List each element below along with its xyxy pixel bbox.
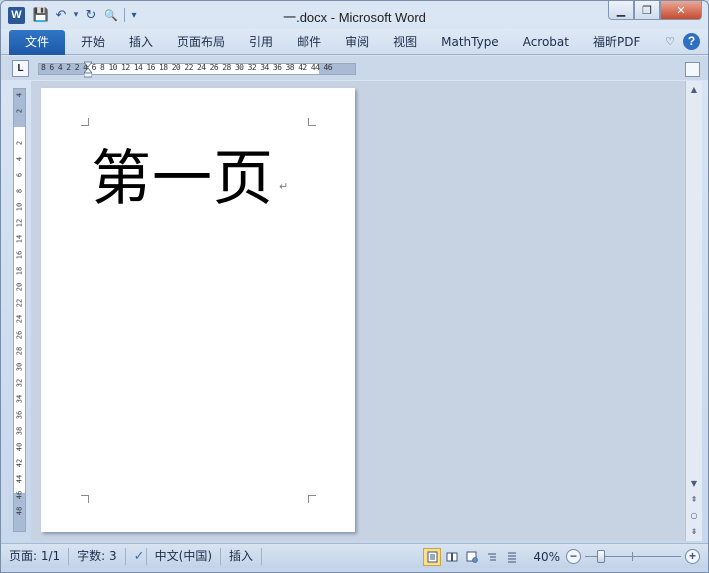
undo-dropdown-icon[interactable]: ▾ xyxy=(71,5,81,25)
vertical-ruler-tick-label: 6 xyxy=(15,172,24,178)
paragraph-mark-icon: ↵ xyxy=(279,180,289,193)
word-window: W 💾 ↶ ▾ ↻ 🔍 ▾ 一.docx - Microsoft Word ▁ … xyxy=(0,0,709,573)
view-ruler-icon[interactable] xyxy=(685,62,700,77)
tab-selector-button[interactable]: L xyxy=(12,60,29,77)
tab-foxit-pdf[interactable]: 福昕PDF xyxy=(581,29,652,55)
vertical-ruler-tick-label: 2 xyxy=(15,140,24,146)
vertical-ruler-tick-label: 30 xyxy=(15,362,24,372)
tab-view[interactable]: 视图 xyxy=(381,29,429,55)
title-bar: W 💾 ↶ ▾ ↻ 🔍 ▾ 一.docx - Microsoft Word ▁ … xyxy=(1,1,708,29)
customize-qat-icon[interactable]: ▾ xyxy=(128,5,140,25)
zoom-slider[interactable] xyxy=(585,549,681,564)
draft-view-icon[interactable] xyxy=(503,548,521,566)
indent-marker-icon[interactable] xyxy=(84,56,92,78)
tab-mathtype[interactable]: MathType xyxy=(429,29,511,55)
zoom-slider-thumb[interactable] xyxy=(596,550,605,563)
vertical-ruler-tick-label: 18 xyxy=(15,266,24,276)
crop-mark-bottom-left xyxy=(81,495,89,503)
help-icon[interactable]: ? xyxy=(683,33,700,50)
vertical-ruler-tick-label: 32 xyxy=(15,378,24,388)
minimize-button[interactable]: ▁ xyxy=(608,1,634,20)
vertical-ruler-tick-label: 28 xyxy=(15,346,24,356)
crop-mark-top-right xyxy=(308,118,316,126)
window-controls: ▁ ❐ ✕ xyxy=(608,1,702,20)
print-preview-icon[interactable]: 🔍 xyxy=(101,5,121,25)
tab-review[interactable]: 审阅 xyxy=(333,29,381,55)
vertical-ruler-tick-label: 4 xyxy=(15,156,24,162)
tab-mailings[interactable]: 邮件 xyxy=(285,29,333,55)
vertical-ruler-tick-label: 34 xyxy=(15,394,24,404)
document-area[interactable]: 第一页 ↵ xyxy=(31,81,685,541)
vertical-ruler-tick-label: 10 xyxy=(15,202,24,212)
proofing-icon[interactable]: ✓ xyxy=(126,544,146,569)
page-count-status[interactable]: 页面: 1/1 xyxy=(1,544,68,569)
zoom-slider-center-tick xyxy=(632,552,633,561)
vertical-ruler-tick-label: 40 xyxy=(15,442,24,452)
tab-insert[interactable]: 插入 xyxy=(117,29,165,55)
vertical-ruler-tick-label: 38 xyxy=(15,426,24,436)
restore-button[interactable]: ❐ xyxy=(634,1,660,20)
vertical-ruler-tick-label: 12 xyxy=(15,218,24,228)
full-screen-reading-view-icon[interactable] xyxy=(443,548,461,566)
status-bar: 页面: 1/1 字数: 3 ✓ 中文(中国) 插入 40% − + xyxy=(1,543,708,568)
undo-icon[interactable]: ↶ xyxy=(51,5,71,25)
print-layout-view-icon[interactable] xyxy=(423,547,442,566)
document-page[interactable]: 第一页 ↵ xyxy=(41,88,355,532)
previous-page-icon[interactable]: ⇞ xyxy=(686,493,702,507)
ribbon-right-controls: ♡ ? xyxy=(665,33,700,50)
redo-icon[interactable]: ↻ xyxy=(81,5,101,25)
quick-access-toolbar: 💾 ↶ ▾ ↻ 🔍 ▾ xyxy=(31,5,140,25)
vertical-ruler-tick-label: 46 xyxy=(15,490,24,500)
vertical-ruler-tick-label: 26 xyxy=(15,330,24,340)
zoom-level-button[interactable]: 40% xyxy=(533,550,560,564)
word-count-status[interactable]: 字数: 3 xyxy=(69,544,125,569)
tab-acrobat[interactable]: Acrobat xyxy=(511,29,581,55)
ribbon-tabs: 文件 开始 插入 页面布局 引用 邮件 审阅 视图 MathType Acrob… xyxy=(1,29,708,55)
vertical-ruler-tick-label: 42 xyxy=(15,458,24,468)
status-separator xyxy=(261,547,263,565)
vertical-ruler-tick-label: 16 xyxy=(15,250,24,260)
minimize-ribbon-icon[interactable]: ♡ xyxy=(665,35,675,48)
tab-references[interactable]: 引用 xyxy=(237,29,285,55)
insert-mode-status[interactable]: 插入 xyxy=(221,544,261,569)
word-app-icon[interactable]: W xyxy=(8,7,25,24)
vertical-ruler-tick-label: 36 xyxy=(15,410,24,420)
vertical-ruler-tick-label: 24 xyxy=(15,314,24,324)
vertical-ruler-tick-label: 4 xyxy=(15,92,24,98)
scroll-down-icon[interactable]: ▼ xyxy=(686,477,702,491)
vertical-ruler-tick-label: 14 xyxy=(15,234,24,244)
scroll-up-icon[interactable]: ▲ xyxy=(686,83,702,97)
vertical-ruler[interactable]: 4 2 2 4 6 8 10 12 14 16 18 20 22 24 26 28 30 32 34 36 38 40 42… xyxy=(13,88,26,532)
tab-file[interactable]: 文件 xyxy=(9,30,65,55)
vertical-scrollbar[interactable]: ▲ ▼ ⇞ ○ ⇟ xyxy=(685,81,702,541)
zoom-in-button[interactable]: + xyxy=(685,549,700,564)
outline-view-icon[interactable] xyxy=(483,548,501,566)
vertical-ruler-tick-label: 22 xyxy=(15,298,24,308)
zoom-out-button[interactable]: − xyxy=(566,549,581,564)
vertical-ruler-tick-label: 20 xyxy=(15,282,24,292)
view-and-zoom-controls: 40% − + xyxy=(423,547,700,566)
crop-mark-bottom-right xyxy=(308,495,316,503)
vertical-ruler-tick-label: 2 xyxy=(15,108,24,114)
next-page-icon[interactable]: ⇟ xyxy=(686,525,702,539)
vertical-ruler-tick-label: 48 xyxy=(15,506,24,516)
language-status[interactable]: 中文(中国) xyxy=(147,544,220,569)
tab-home[interactable]: 开始 xyxy=(69,29,117,55)
close-button[interactable]: ✕ xyxy=(660,1,702,20)
document-body-text[interactable]: 第一页 xyxy=(91,130,274,217)
save-icon[interactable]: 💾 xyxy=(31,5,51,25)
tab-list: 开始 插入 页面布局 引用 邮件 审阅 视图 MathType Acrobat … xyxy=(69,29,652,55)
vertical-ruler-tick-label: 44 xyxy=(15,474,24,484)
tab-page-layout[interactable]: 页面布局 xyxy=(165,29,237,55)
horizontal-ruler-bar: L 8 6 4 2 2 4 6 8 10 12 14 16 18 20 22 2… xyxy=(1,56,708,80)
qat-separator xyxy=(124,8,125,22)
web-layout-view-icon[interactable] xyxy=(463,548,481,566)
vertical-ruler-tick-label: 8 xyxy=(15,188,24,194)
crop-mark-top-left xyxy=(81,118,89,126)
browse-object-icon[interactable]: ○ xyxy=(686,509,702,523)
